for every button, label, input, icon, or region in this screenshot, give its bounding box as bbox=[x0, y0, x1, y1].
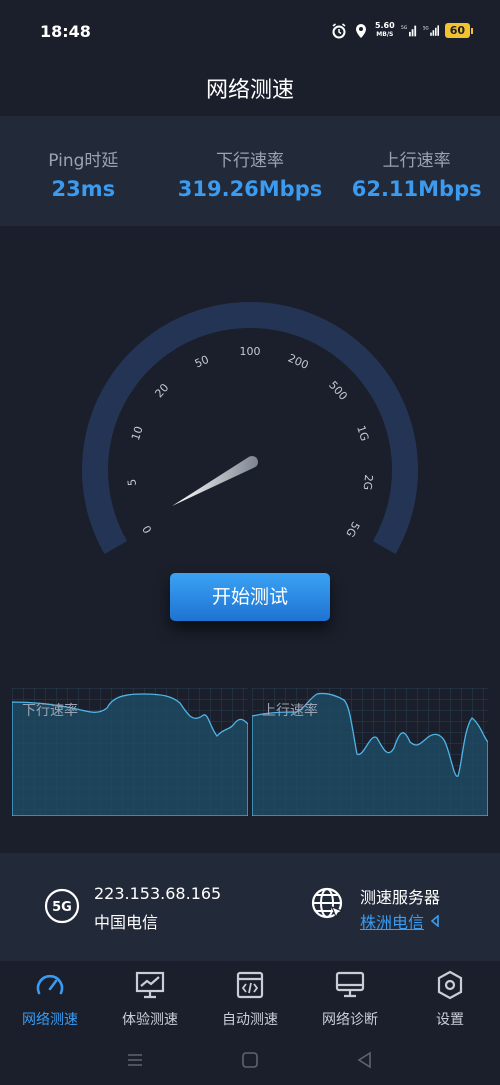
upload-value: 62.11Mbps bbox=[351, 177, 482, 201]
gauge-tick-label: 10 bbox=[129, 425, 146, 442]
gauge-tick-label: 5G bbox=[343, 519, 362, 539]
nav-label: 体验测速 bbox=[122, 1012, 178, 1028]
gauge-tick-label: 50 bbox=[193, 353, 211, 371]
network-5g-icon: 5G bbox=[44, 888, 80, 928]
signal-5g-icon: 5G bbox=[401, 23, 417, 39]
gauge-tick-label: 500 bbox=[326, 379, 350, 403]
gauge-tick-label: 100 bbox=[240, 345, 261, 358]
nav-settings[interactable]: 设置 bbox=[400, 961, 500, 1037]
upload-chart: 上行速率 bbox=[251, 688, 489, 817]
gauge-tick-label: 2G bbox=[361, 474, 376, 491]
nav-label: 网络测速 bbox=[22, 1012, 78, 1028]
bottom-navigation: 网络测速 体验测速 自动测速 网络诊断 设置 bbox=[0, 961, 500, 1037]
nav-speed-test[interactable]: 网络测速 bbox=[0, 961, 100, 1037]
nav-label: 设置 bbox=[436, 1012, 464, 1028]
upload-stat: 上行速率 62.11Mbps bbox=[333, 116, 500, 226]
signal-bars-icon: 5G bbox=[423, 23, 439, 39]
ping-value: 23ms bbox=[51, 177, 116, 201]
svg-text:5G: 5G bbox=[423, 25, 429, 30]
menu-icon[interactable] bbox=[125, 1050, 145, 1070]
globe-cursor-icon bbox=[310, 886, 346, 926]
page-title: 网络测速 bbox=[205, 78, 294, 103]
system-navigation-bar bbox=[0, 1040, 500, 1080]
network-speed-value: 5.60 bbox=[374, 21, 395, 30]
triangle-left-icon bbox=[430, 915, 439, 927]
computer-icon bbox=[335, 971, 365, 998]
back-icon[interactable] bbox=[355, 1050, 375, 1070]
gauge-tick-label: 0 bbox=[140, 523, 155, 536]
ping-label: Ping时延 bbox=[48, 151, 119, 171]
status-bar: 18:48 5.60 MB/S 5G 5G 60 bbox=[0, 0, 500, 62]
gauge-tick-label: 5 bbox=[125, 478, 139, 486]
gauge-tick-label: 20 bbox=[152, 381, 171, 400]
location-icon bbox=[353, 23, 369, 39]
download-value: 319.26Mbps bbox=[177, 177, 323, 201]
nav-label: 网络诊断 bbox=[322, 1012, 378, 1028]
status-icons: 5.60 MB/S 5G 5G 60 bbox=[331, 22, 474, 39]
speedometer-icon bbox=[36, 974, 64, 995]
ip-address: 223.153.68.165 bbox=[94, 884, 222, 903]
monitor-chart-icon bbox=[135, 971, 165, 999]
hexagon-settings-icon bbox=[437, 970, 463, 1000]
download-chart: 下行速率 bbox=[11, 688, 249, 817]
speed-gauge: 0 5 10 20 50 100 200 500 1G 2G 5G bbox=[82, 302, 418, 554]
upload-label: 上行速率 bbox=[382, 151, 451, 171]
ping-stat: Ping时延 23ms bbox=[0, 116, 167, 226]
server-name: 株洲电信 bbox=[360, 913, 425, 932]
svg-text:5G: 5G bbox=[401, 25, 408, 31]
code-window-icon bbox=[236, 971, 264, 999]
server-selector[interactable]: 株洲电信 bbox=[360, 909, 440, 933]
nav-auto-test[interactable]: 自动测速 bbox=[200, 961, 300, 1037]
network-speed-indicator: 5.60 MB/S bbox=[375, 22, 395, 39]
gauge-needle bbox=[172, 455, 259, 506]
speed-stats-panel: Ping时延 23ms 下行速率 319.26Mbps 上行速率 62.11Mb… bbox=[0, 116, 500, 226]
upload-chart-label: 上行速率 bbox=[262, 703, 318, 719]
network-speed-unit: MB/S bbox=[376, 31, 394, 38]
nav-experience-test[interactable]: 体验测速 bbox=[100, 961, 200, 1037]
download-label: 下行速率 bbox=[216, 151, 284, 171]
server-title: 测速服务器 bbox=[360, 888, 441, 907]
nav-label: 自动测速 bbox=[222, 1012, 278, 1028]
download-chart-label: 下行速率 bbox=[22, 703, 78, 719]
battery-indicator: 60 bbox=[444, 23, 474, 38]
isp-name: 中国电信 bbox=[94, 913, 159, 932]
home-icon[interactable] bbox=[240, 1050, 260, 1070]
network-badge-text: 5G bbox=[52, 900, 72, 915]
download-stat: 下行速率 319.26Mbps bbox=[167, 116, 334, 226]
status-time: 18:48 bbox=[40, 22, 91, 41]
nav-diagnosis[interactable]: 网络诊断 bbox=[300, 961, 400, 1037]
gauge-tick-label: 200 bbox=[286, 352, 310, 372]
gauge-tick-label: 1G bbox=[354, 424, 371, 443]
alarm-icon bbox=[331, 22, 347, 39]
start-test-button[interactable]: 开始测试 bbox=[170, 573, 330, 621]
